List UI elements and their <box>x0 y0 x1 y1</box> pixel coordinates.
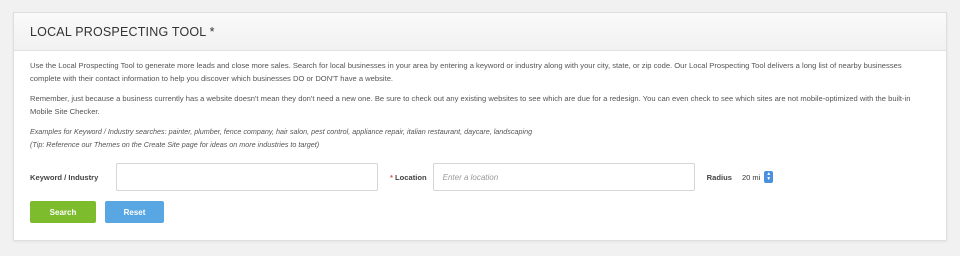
search-form-row: Keyword / Industry *Location Radius 20 m… <box>30 162 930 192</box>
location-input[interactable] <box>432 163 695 191</box>
description-paragraph-1: Use the Local Prospecting Tool to genera… <box>30 61 902 83</box>
keyword-label: Keyword / Industry <box>30 172 99 182</box>
form-buttons: Search Reset <box>30 201 930 223</box>
reset-button[interactable]: Reset <box>105 201 164 223</box>
radius-value: 20 mi <box>741 172 761 182</box>
search-button[interactable]: Search <box>30 201 96 223</box>
examples-line: Examples for Keyword / Industry searches… <box>30 127 533 136</box>
description-paragraph-2: Remember, just because a business curren… <box>30 94 911 116</box>
examples-text: Examples for Keyword / Industry searches… <box>30 126 930 151</box>
radius-select[interactable]: 20 mi ▲ ▼ <box>741 171 774 183</box>
radius-label: Radius <box>706 172 732 182</box>
panel-header: LOCAL PROSPECTING TOOL * <box>14 13 946 51</box>
chevron-up-down-icon[interactable]: ▲ ▼ <box>764 171 774 183</box>
local-prospecting-panel: LOCAL PROSPECTING TOOL * Use the Local P… <box>13 12 947 241</box>
location-label-wrap: * Location <box>390 173 427 182</box>
location-label: Location <box>394 172 427 182</box>
keyword-input[interactable] <box>116 163 378 191</box>
panel-body: Use the Local Prospecting Tool to genera… <box>14 51 946 223</box>
page-background: LOCAL PROSPECTING TOOL * Use the Local P… <box>0 0 960 256</box>
tip-line: (Tip: Reference our Themes on the Create… <box>30 139 320 149</box>
required-marker: * <box>390 172 393 182</box>
panel-title: LOCAL PROSPECTING TOOL * <box>30 24 215 39</box>
